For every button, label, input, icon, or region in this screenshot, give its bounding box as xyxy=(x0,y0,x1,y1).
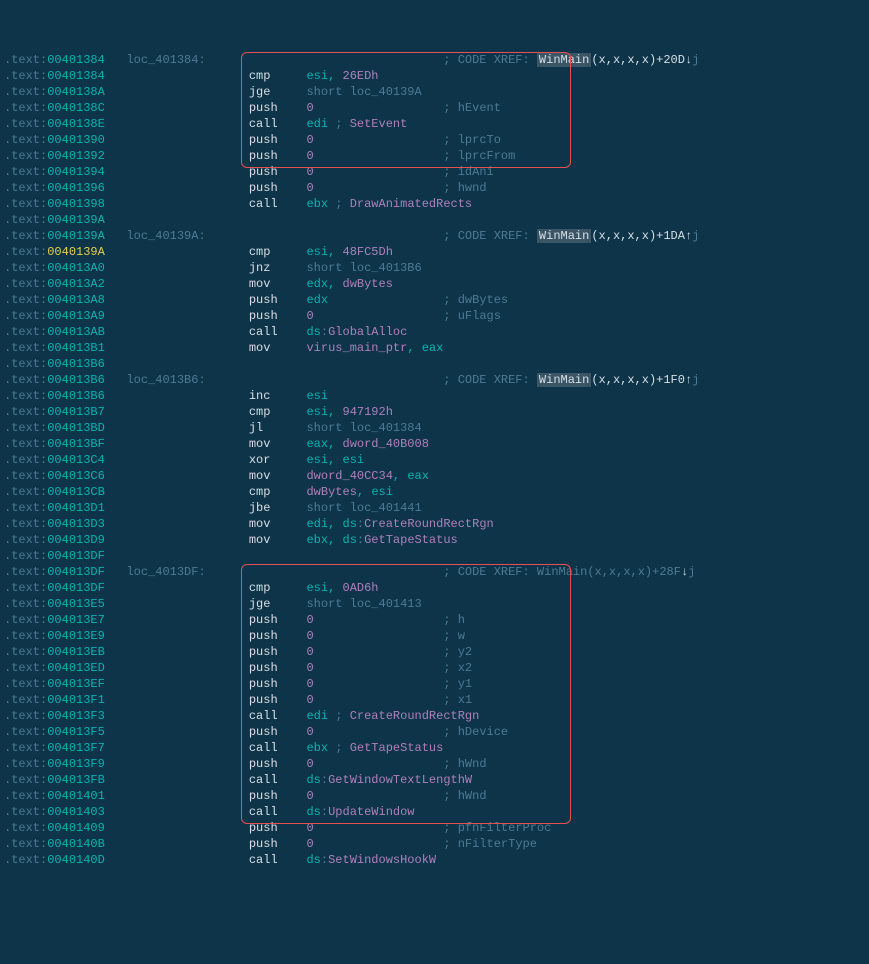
asm-line[interactable]: .text:004013DF cmp esi, 0AD6h xyxy=(4,580,865,596)
asm-line[interactable]: .text:004013EB push 0 ; y2 xyxy=(4,644,865,660)
asm-line[interactable]: .text:004013C4 xor esi, esi xyxy=(4,452,865,468)
asm-line[interactable]: .text:004013ED push 0 ; x2 xyxy=(4,660,865,676)
asm-line[interactable]: .text:004013A0 jnz short loc_4013B6 xyxy=(4,260,865,276)
asm-line[interactable]: .text:00401384 cmp esi, 26EDh xyxy=(4,68,865,84)
asm-line[interactable]: .text:004013EF push 0 ; y1 xyxy=(4,676,865,692)
asm-line[interactable]: .text:004013E7 push 0 ; h xyxy=(4,612,865,628)
asm-line[interactable]: .text:0040138A jge short loc_40139A xyxy=(4,84,865,100)
asm-line[interactable]: .text:0040138C push 0 ; hEvent xyxy=(4,100,865,116)
asm-line[interactable]: .text:00401394 push 0 ; idAni xyxy=(4,164,865,180)
asm-line[interactable]: .text:00401403 call ds:UpdateWindow xyxy=(4,804,865,820)
asm-line[interactable]: .text:00401409 push 0 ; pfnFilterProc xyxy=(4,820,865,836)
asm-line[interactable]: .text:004013B7 cmp esi, 947192h xyxy=(4,404,865,420)
asm-line[interactable]: .text:00401384 loc_401384: ; CODE XREF: … xyxy=(4,52,865,68)
asm-line[interactable]: .text:004013A8 push edx ; dwBytes xyxy=(4,292,865,308)
disassembly-listing[interactable]: .text:00401384 loc_401384: ; CODE XREF: … xyxy=(4,52,865,868)
asm-line[interactable]: .text:0040139A loc_40139A: ; CODE XREF: … xyxy=(4,228,865,244)
asm-line[interactable]: .text:004013D3 mov edi, ds:CreateRoundRe… xyxy=(4,516,865,532)
asm-line[interactable]: .text:004013F1 push 0 ; x1 xyxy=(4,692,865,708)
asm-line[interactable]: .text:00401396 push 0 ; hwnd xyxy=(4,180,865,196)
asm-line[interactable]: .text:004013E9 push 0 ; w xyxy=(4,628,865,644)
asm-line[interactable]: .text:004013B6 xyxy=(4,356,865,372)
asm-line[interactable]: .text:004013FB call ds:GetWindowTextLeng… xyxy=(4,772,865,788)
asm-line[interactable]: .text:004013BF mov eax, dword_40B008 xyxy=(4,436,865,452)
asm-line[interactable]: .text:004013AB call ds:GlobalAlloc xyxy=(4,324,865,340)
asm-line[interactable]: .text:00401401 push 0 ; hWnd xyxy=(4,788,865,804)
asm-line[interactable]: .text:004013B6 loc_4013B6: ; CODE XREF: … xyxy=(4,372,865,388)
asm-line[interactable]: .text:004013BD jl short loc_401384 xyxy=(4,420,865,436)
asm-line[interactable]: .text:004013D9 mov ebx, ds:GetTapeStatus xyxy=(4,532,865,548)
asm-line[interactable]: .text:004013E5 jge short loc_401413 xyxy=(4,596,865,612)
asm-line[interactable]: .text:004013B1 mov virus_main_ptr, eax xyxy=(4,340,865,356)
asm-line[interactable]: .text:0040138E call edi ; SetEvent xyxy=(4,116,865,132)
asm-line[interactable]: .text:004013B6 inc esi xyxy=(4,388,865,404)
asm-line[interactable]: .text:004013F5 push 0 ; hDevice xyxy=(4,724,865,740)
asm-line[interactable]: .text:00401398 call ebx ; DrawAnimatedRe… xyxy=(4,196,865,212)
asm-line[interactable]: .text:004013CB cmp dwBytes, esi xyxy=(4,484,865,500)
asm-line[interactable]: .text:004013DF xyxy=(4,548,865,564)
asm-line[interactable]: .text:00401392 push 0 ; lprcFrom xyxy=(4,148,865,164)
asm-line[interactable]: .text:0040139A cmp esi, 48FC5Dh xyxy=(4,244,865,260)
asm-line[interactable]: .text:004013F3 call edi ; CreateRoundRec… xyxy=(4,708,865,724)
asm-line[interactable]: .text:004013F9 push 0 ; hWnd xyxy=(4,756,865,772)
asm-line[interactable]: .text:004013C6 mov dword_40CC34, eax xyxy=(4,468,865,484)
asm-line[interactable]: .text:004013A9 push 0 ; uFlags xyxy=(4,308,865,324)
asm-line[interactable]: .text:0040139A xyxy=(4,212,865,228)
asm-line[interactable]: .text:0040140B push 0 ; nFilterType xyxy=(4,836,865,852)
asm-line[interactable]: .text:00401390 push 0 ; lprcTo xyxy=(4,132,865,148)
asm-line[interactable]: .text:004013D1 jbe short loc_401441 xyxy=(4,500,865,516)
asm-line[interactable]: .text:0040140D call ds:SetWindowsHookW xyxy=(4,852,865,868)
asm-line[interactable]: .text:004013F7 call ebx ; GetTapeStatus xyxy=(4,740,865,756)
asm-line[interactable]: .text:004013DF loc_4013DF: ; CODE XREF: … xyxy=(4,564,865,580)
asm-line[interactable]: .text:004013A2 mov edx, dwBytes xyxy=(4,276,865,292)
